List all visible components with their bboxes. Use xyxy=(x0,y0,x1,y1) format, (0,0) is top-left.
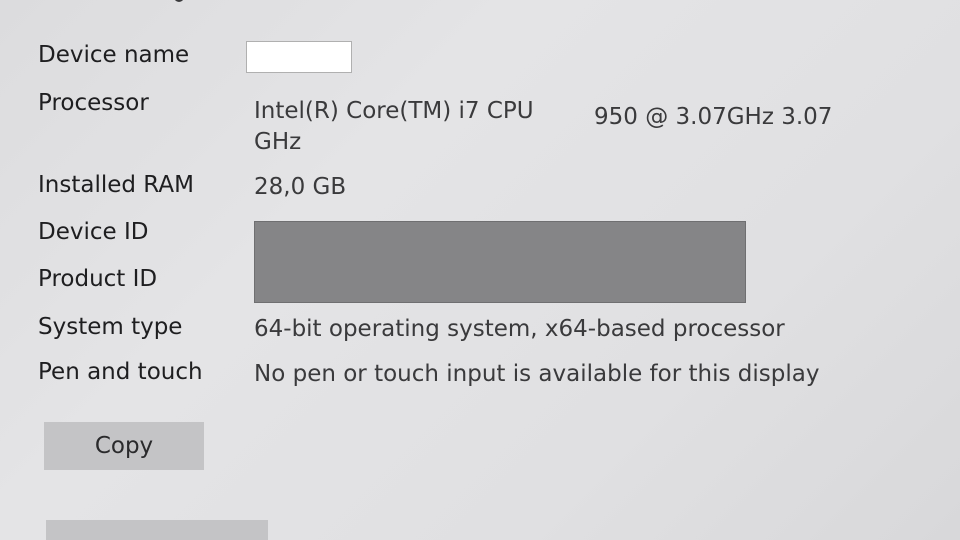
installed-ram-row: Installed RAM 28,0 GB xyxy=(38,172,940,212)
installed-ram-value: 28,0 GB xyxy=(254,174,347,200)
product-id-label: Product ID xyxy=(38,266,158,292)
redacted-id-block xyxy=(254,221,746,303)
installed-ram-label: Installed RAM xyxy=(38,172,194,198)
pen-touch-label: Pen and touch xyxy=(38,359,203,385)
processor-value-line1: Intel(R) Core(TM) i7 CPU xyxy=(254,98,534,124)
copy-button[interactable]: Copy xyxy=(44,422,204,470)
system-type-row: System type 64-bit operating system, x64… xyxy=(38,314,940,354)
system-type-value: 64-bit operating system, x64-based proce… xyxy=(254,316,785,342)
device-name-label: Device name xyxy=(38,42,190,68)
device-id-label: Device ID xyxy=(38,219,149,245)
top-edge-glyph xyxy=(174,0,184,2)
processor-label: Processor xyxy=(38,90,149,116)
pen-touch-row: Pen and touch No pen or touch input is a… xyxy=(38,359,940,399)
processor-value-suffix: 950 @ 3.07GHz 3.07 xyxy=(594,104,833,130)
processor-value-line2: GHz xyxy=(254,129,302,155)
device-name-field[interactable] xyxy=(246,41,352,73)
system-type-label: System type xyxy=(38,314,183,340)
pen-touch-value: No pen or touch input is available for t… xyxy=(254,361,820,387)
rename-pc-button[interactable] xyxy=(46,520,268,540)
processor-row: Processor Intel(R) Core(TM) i7 CPU 950 @… xyxy=(38,90,940,160)
device-name-row: Device name xyxy=(38,41,940,82)
